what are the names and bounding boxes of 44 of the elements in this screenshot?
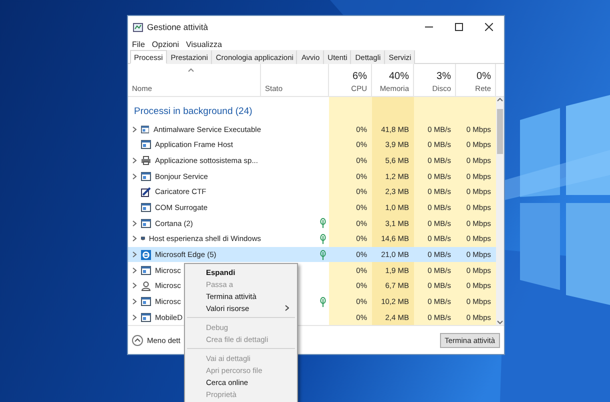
- highlight-cell: [329, 97, 372, 122]
- leaf-icon: [320, 234, 326, 244]
- leaf-icon: [320, 296, 326, 307]
- window-icon: [141, 172, 151, 181]
- window-icon: [141, 124, 150, 134]
- window-icon: [141, 312, 151, 322]
- menu-item[interactable]: Opzioni: [152, 40, 180, 48]
- expand-icon[interactable]: [132, 220, 137, 227]
- highlight-cell: [372, 97, 414, 122]
- expand-icon[interactable]: [132, 266, 137, 274]
- column-percent: 0%: [476, 71, 491, 82]
- app-icon: [133, 22, 143, 32]
- window-title: Gestione attività: [147, 22, 209, 32]
- scrollbar[interactable]: [496, 97, 504, 325]
- menu-item[interactable]: File: [132, 40, 145, 48]
- expand-icon[interactable]: [132, 235, 137, 242]
- window-icon: [141, 218, 151, 228]
- pen-icon: [141, 186, 151, 197]
- column-percent: 6%: [352, 71, 367, 82]
- maximize-icon: [455, 23, 463, 31]
- window-icon: [141, 266, 151, 275]
- expand-icon[interactable]: [132, 298, 137, 306]
- column-percent: 3%: [436, 71, 451, 82]
- scroll-down-icon[interactable]: [497, 320, 503, 325]
- window-icon: [141, 203, 151, 212]
- printer-icon: [141, 156, 151, 166]
- expand-icon[interactable]: [132, 282, 137, 290]
- window-icon: [141, 297, 151, 306]
- expand-icon[interactable]: [132, 157, 137, 164]
- scroll-up-icon[interactable]: [497, 97, 503, 102]
- collapse-icon: [132, 334, 143, 346]
- expand-icon[interactable]: [132, 172, 137, 180]
- expand-icon[interactable]: [132, 251, 137, 258]
- expand-icon[interactable]: [132, 126, 137, 133]
- group-heading: Processi in background (24): [133, 106, 254, 120]
- scroll-thumb[interactable]: [497, 108, 503, 154]
- window-icon: [141, 140, 151, 150]
- column-percent: 40%: [388, 71, 409, 82]
- menu-item[interactable]: Visualizza: [186, 40, 222, 48]
- leaf-icon: [320, 218, 326, 228]
- user-icon: [141, 280, 151, 291]
- close-icon: [485, 23, 493, 31]
- leaf-icon: [320, 250, 326, 260]
- expand-icon[interactable]: [132, 314, 137, 321]
